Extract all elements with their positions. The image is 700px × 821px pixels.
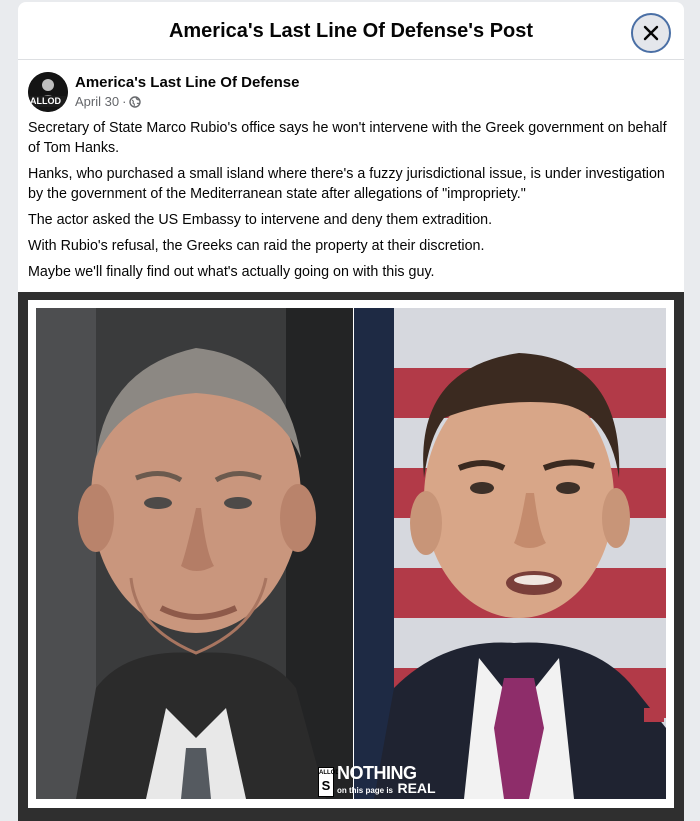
watermark-top-text: NOTHING	[337, 763, 417, 783]
post-dialog: America's Last Line Of Defense's Post AL…	[18, 2, 684, 821]
watermark-badge-letter: S	[321, 778, 331, 793]
avatar-icon	[28, 72, 68, 112]
post-meta: April 30 ·	[75, 94, 142, 109]
watermark: ALLOD S NOTHING on this page is REAL	[318, 763, 436, 799]
watermark-small-text: on this page is	[337, 786, 394, 795]
post-paragraph: Hanks, who purchased a small island wher…	[28, 166, 665, 202]
post-header: ALLOD America's Last Line Of Defense Apr…	[28, 72, 648, 116]
watermark-badge: ALLOD S	[318, 767, 340, 797]
post-paragraph: The actor asked the US Embassy to interv…	[28, 212, 493, 228]
right-portrait	[354, 308, 666, 799]
post-image[interactable]: ALLOD S NOTHING on this page is REAL	[18, 292, 684, 821]
watermark-bottom: on this page is REAL	[337, 781, 436, 798]
close-icon	[643, 25, 659, 41]
dialog-title: America's Last Line Of Defense's Post	[168, 20, 534, 42]
author-name[interactable]: America's Last Line Of Defense	[75, 74, 299, 91]
meta-separator: ·	[122, 94, 127, 109]
post-body: Secretary of State Marco Rubio's office …	[28, 118, 668, 288]
avatar[interactable]: ALLOD	[28, 72, 68, 112]
close-button[interactable]	[631, 13, 671, 53]
watermark-badge-text: ALLOD	[319, 770, 340, 776]
avatar-text: ALLOD	[30, 96, 61, 106]
watermark-real-text: REAL	[397, 780, 436, 796]
post-paragraph: Maybe we'll finally find out what's actu…	[28, 264, 435, 280]
left-portrait	[36, 308, 354, 799]
post-date[interactable]: April 30	[75, 94, 119, 109]
dialog-header: America's Last Line Of Defense's Post	[18, 2, 684, 60]
globe-icon	[129, 95, 142, 108]
post-paragraph: Secretary of State Marco Rubio's office …	[28, 120, 667, 156]
image-border: ALLOD S NOTHING on this page is REAL	[28, 300, 674, 808]
post-paragraph: With Rubio's refusal, the Greeks can rai…	[28, 238, 485, 254]
